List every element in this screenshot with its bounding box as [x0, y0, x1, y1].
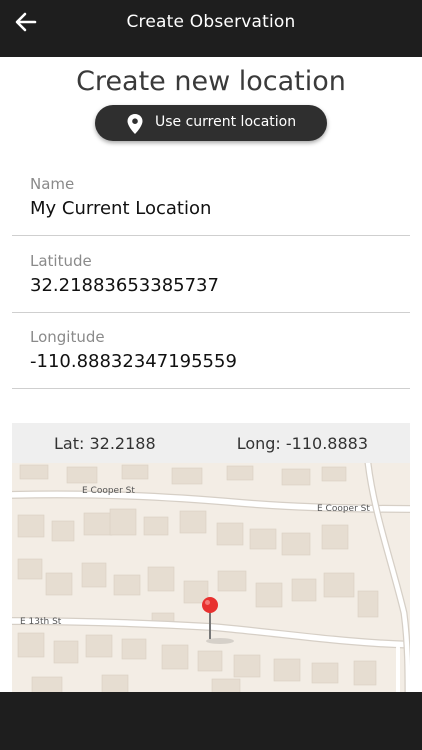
latitude-label: Latitude	[30, 252, 92, 270]
longitude-label: Longitude	[30, 328, 105, 346]
screen-title: Create Observation	[126, 12, 296, 32]
latitude-input[interactable]: 32.21883653385737	[30, 275, 219, 296]
latitude-field[interactable]: Latitude 32.21883653385737	[12, 252, 410, 313]
map-pin-icon	[127, 114, 143, 134]
bottom-bar	[0, 692, 422, 750]
page-title: Create new location	[76, 66, 346, 97]
map-longitude-readout: Long: -110.8883	[236, 434, 368, 453]
top-app-bar: Create Observation	[0, 0, 422, 57]
map-canvas[interactable]: E Cooper St E Cooper St E 13th St	[12, 463, 410, 693]
street-label: E Cooper St	[82, 486, 135, 496]
street-label: E Cooper St	[317, 504, 370, 514]
name-input[interactable]: My Current Location	[30, 198, 211, 219]
map-view[interactable]: Lat: 32.2188 Long: -110.8883 E Cooper St…	[12, 423, 410, 693]
longitude-field[interactable]: Longitude -110.88832347195559	[12, 328, 410, 389]
map-coordinate-bar: Lat: 32.2188 Long: -110.8883	[12, 423, 410, 463]
street-label: E 13th St	[20, 617, 62, 627]
longitude-input[interactable]: -110.88832347195559	[30, 351, 237, 372]
use-current-location-button[interactable]: Use current location	[95, 105, 327, 141]
name-field[interactable]: Name My Current Location	[12, 175, 410, 236]
map-latitude-readout: Lat: 32.2188	[54, 434, 156, 453]
name-label: Name	[30, 175, 75, 193]
use-current-location-label: Use current location	[155, 114, 297, 130]
